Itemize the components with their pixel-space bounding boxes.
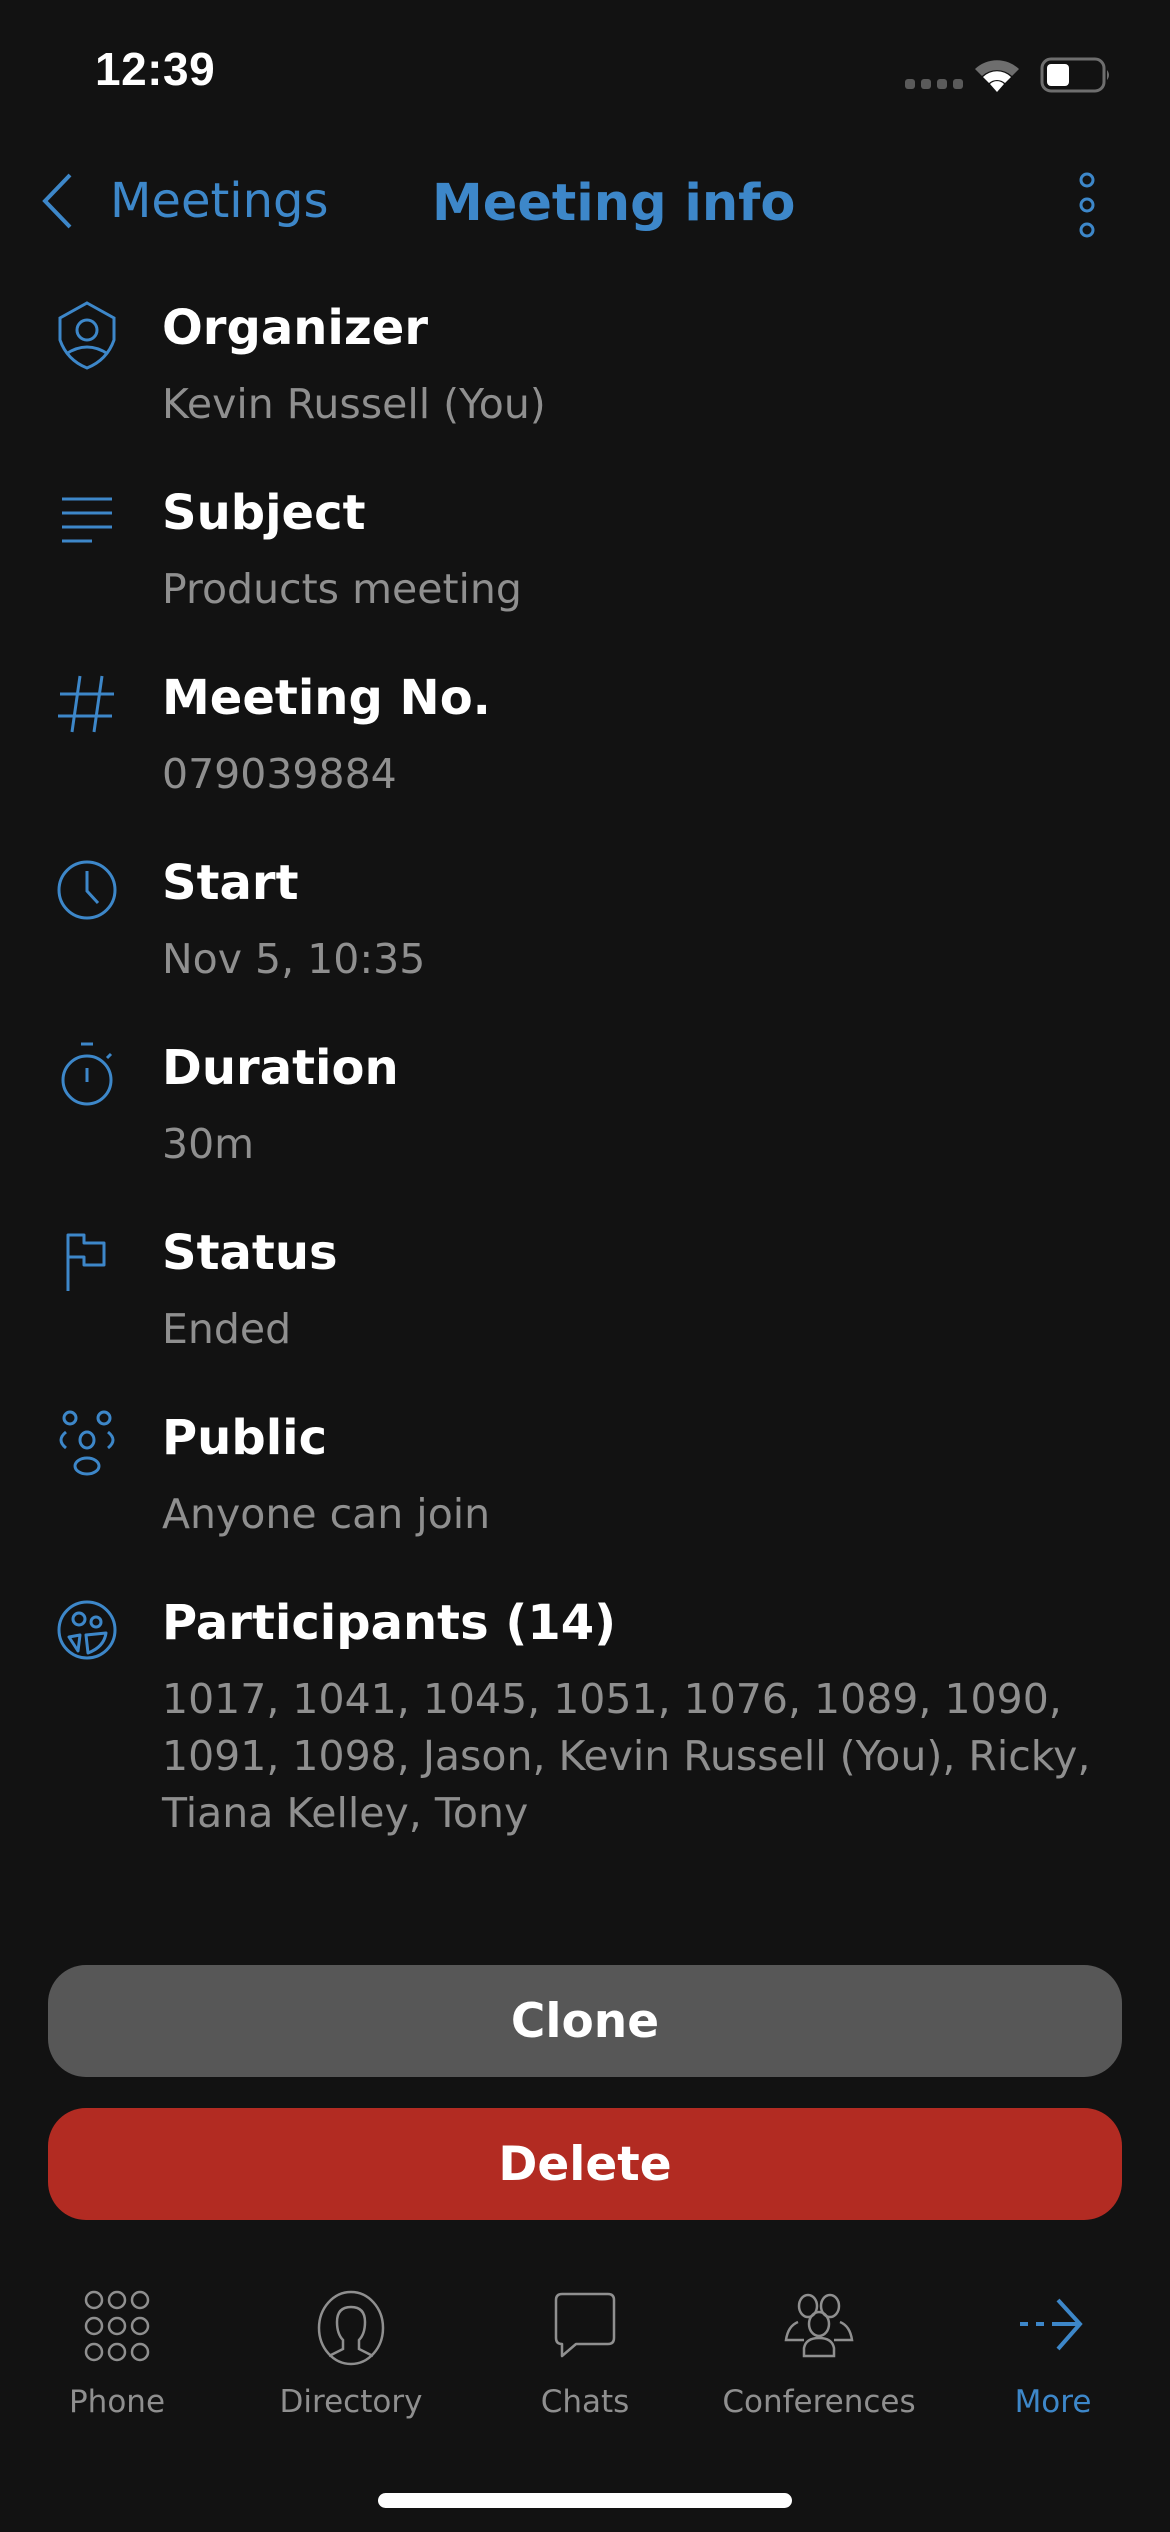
home-indicator[interactable]: [378, 2493, 792, 2508]
field-value: Anyone can join: [162, 1490, 491, 1538]
back-button[interactable]: Meetings: [40, 172, 329, 230]
battery-icon: [1040, 57, 1109, 93]
kebab-menu-icon[interactable]: [1070, 172, 1104, 238]
tab-label: Directory: [279, 2384, 423, 2420]
page-title: Meeting info: [432, 174, 796, 233]
field-label: Participants (14): [162, 1595, 617, 1651]
field-value: 079039884: [162, 750, 397, 798]
tab-label: More: [1014, 2384, 1092, 2420]
field-label: Start: [162, 855, 299, 911]
people-group-icon: [784, 2293, 854, 2358]
field-value: Nov 5, 10:35: [162, 935, 426, 983]
tab-directory[interactable]: Directory: [234, 2290, 468, 2420]
hash-icon: [58, 675, 114, 733]
tab-label: Chats: [540, 2384, 630, 2420]
field-value: 30m: [162, 1120, 255, 1168]
field-label: Public: [162, 1410, 328, 1466]
clone-button[interactable]: Clone: [48, 1965, 1122, 2077]
participants-list: 1017, 1041, 1045, 1051, 1076, 1089, 1090…: [162, 1675, 1091, 1837]
tab-chats[interactable]: Chats: [468, 2290, 702, 2420]
field-value: Kevin Russell (You): [162, 380, 546, 428]
field-label: Meeting No.: [162, 670, 491, 726]
delete-button[interactable]: Delete: [48, 2108, 1122, 2220]
field-label: Organizer: [162, 300, 429, 356]
stopwatch-icon: [61, 1042, 113, 1106]
keypad-icon: [84, 2290, 150, 2362]
field-value: Products meeting: [162, 565, 522, 613]
status-time: 12:39: [95, 43, 216, 95]
cellular-signal-icon: [905, 79, 963, 89]
wifi-icon: [975, 60, 1019, 92]
text-lines-icon: [62, 497, 112, 543]
group-icon: [59, 1410, 115, 1476]
tab-conferences[interactable]: Conferences: [702, 2290, 936, 2420]
tab-label: Phone: [68, 2384, 166, 2420]
clock-icon: [57, 860, 117, 920]
chevron-left-icon: [42, 173, 72, 229]
shield-user-icon: [58, 301, 116, 370]
person-circle-icon: [317, 2290, 385, 2366]
participants-icon: [57, 1600, 117, 1660]
field-label: Duration: [162, 1040, 399, 1096]
field-label: Status: [162, 1225, 338, 1281]
back-label: Meetings: [110, 173, 329, 229]
status-value: Ended: [162, 1305, 292, 1353]
tab-more[interactable]: More: [936, 2290, 1170, 2420]
tab-phone[interactable]: Phone: [0, 2290, 234, 2420]
tab-label: Conferences: [722, 2384, 916, 2420]
chat-bubble-icon: [554, 2292, 616, 2358]
dashed-arrow-right-icon: [1020, 2298, 1083, 2351]
field-label: Subject: [162, 485, 366, 541]
flag-icon: [66, 1233, 106, 1291]
